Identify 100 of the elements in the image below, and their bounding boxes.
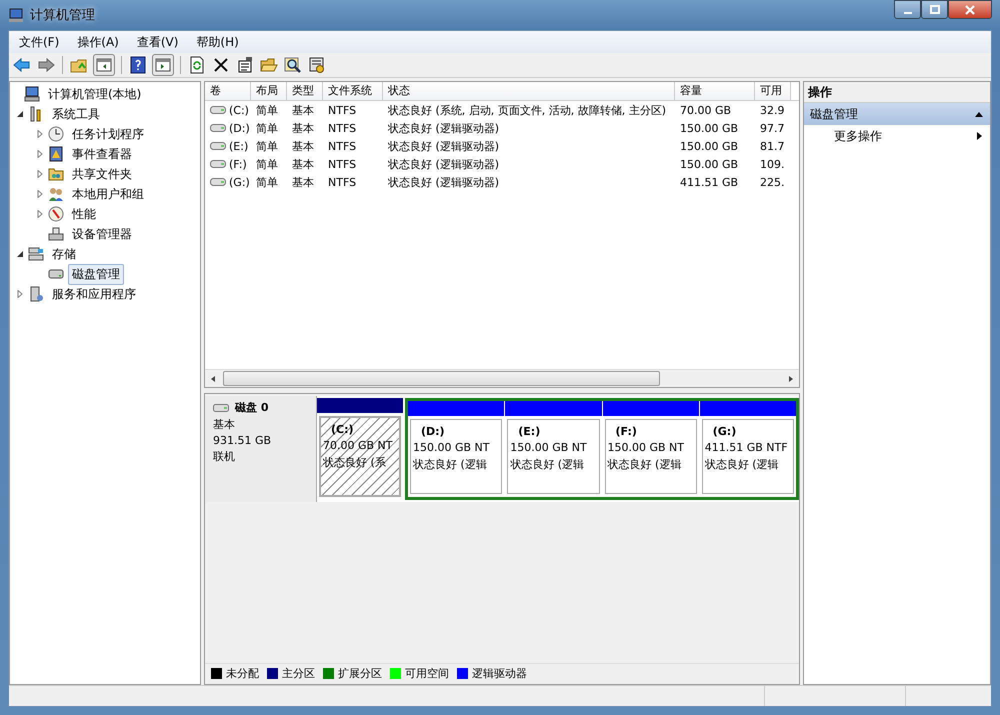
partition-status: 状态良好 (系 xyxy=(323,455,387,470)
partition-status: 状态良好 (逻辑 xyxy=(413,457,488,472)
partition-status: 状态良好 (逻辑 xyxy=(704,457,780,472)
table-cell: 简单 xyxy=(256,174,278,190)
action-item[interactable]: 更多操作 xyxy=(804,125,990,147)
maximize-icon xyxy=(930,4,940,14)
table-cell: 109. xyxy=(760,158,784,170)
menu-item[interactable]: 帮助(H) xyxy=(196,34,239,50)
tree-item[interactable]: 设备管理器 xyxy=(68,224,136,244)
shared-folder-icon xyxy=(48,166,64,182)
left-arrow-icon[interactable] xyxy=(209,374,217,382)
partition-label: (C:) xyxy=(330,423,355,436)
table-cell: 基本 xyxy=(292,156,314,172)
disk-info-panel[interactable]: 磁盘 0 基本 931.51 GB 联机 xyxy=(205,396,317,502)
disk-name: 磁盘 0 xyxy=(235,400,268,415)
window-title: 计算机管理 xyxy=(30,7,95,24)
partition-size: 150.00 GB NT xyxy=(608,441,686,454)
legend-label: 可用空间 xyxy=(405,666,449,680)
right-arrow-icon[interactable] xyxy=(787,374,795,382)
computer-icon xyxy=(8,7,24,23)
collapsed-arrow-icon[interactable] xyxy=(36,150,44,158)
legend-label: 逻辑驱动器 xyxy=(472,666,527,680)
table-cell: 简单 xyxy=(256,102,278,118)
table-cell: 基本 xyxy=(292,138,314,154)
table-cell: 简单 xyxy=(256,138,278,154)
table-cell: 状态良好 (逻辑驱动器) xyxy=(388,138,500,154)
column-header[interactable]: 状态 xyxy=(383,82,675,100)
clock-icon xyxy=(48,126,64,142)
partition-size: 150.00 GB NT xyxy=(413,441,491,454)
tree-item[interactable]: 计算机管理(本地) xyxy=(44,84,146,104)
gauge-icon xyxy=(48,206,64,222)
magnifier-icon[interactable] xyxy=(283,55,303,75)
tree-item[interactable]: 共享文件夹 xyxy=(68,164,136,184)
collapsed-arrow-icon[interactable] xyxy=(36,170,44,178)
table-cell: (G:) xyxy=(229,176,250,188)
panel-toggle-icon[interactable] xyxy=(93,54,115,76)
table-cell: (D:) xyxy=(229,122,250,134)
column-header[interactable]: 可用 xyxy=(755,82,791,100)
maximize-button[interactable] xyxy=(921,0,948,19)
tree-item[interactable]: 磁盘管理 xyxy=(68,264,124,284)
disk-status: 联机 xyxy=(213,449,236,464)
drive-icon xyxy=(210,141,226,151)
legend-label: 未分配 xyxy=(226,666,259,680)
menu-item[interactable]: 文件(F) xyxy=(19,34,60,50)
table-cell: NTFS xyxy=(328,140,356,152)
legend-label: 扩展分区 xyxy=(338,666,382,680)
panel-toggle-icon[interactable] xyxy=(152,54,174,76)
expanded-arrow-icon[interactable] xyxy=(16,110,24,118)
back-arrow-icon[interactable] xyxy=(12,55,32,75)
caret-icon[interactable] xyxy=(974,110,984,118)
menu-item[interactable]: 查看(V) xyxy=(136,34,178,50)
column-header[interactable]: 容量 xyxy=(675,82,755,100)
table-cell: 150.00 GB xyxy=(680,140,738,152)
section-title: 磁盘管理 xyxy=(810,106,858,122)
forward-arrow-icon[interactable] xyxy=(36,55,56,75)
tree-item[interactable]: 任务计划程序 xyxy=(68,124,148,144)
caret-icon xyxy=(976,131,984,141)
close-button[interactable] xyxy=(948,0,992,19)
tree-item[interactable]: 本地用户和组 xyxy=(68,184,148,204)
help-icon[interactable] xyxy=(128,55,148,75)
table-cell: 简单 xyxy=(256,120,278,136)
collapsed-arrow-icon[interactable] xyxy=(36,210,44,218)
close-icon xyxy=(965,4,975,14)
table-cell: NTFS xyxy=(328,122,356,134)
partition-label: (F:) xyxy=(614,425,638,438)
table-cell: 70.00 GB xyxy=(680,104,732,116)
table-cell: 97.7 xyxy=(760,122,784,134)
menu-item[interactable]: 操作(A) xyxy=(77,34,119,50)
settings-icon[interactable] xyxy=(307,55,327,75)
partition-size: 150.00 GB NT xyxy=(510,441,588,454)
storage-icon xyxy=(28,246,44,262)
partition-label: (D:) xyxy=(420,425,446,438)
column-header[interactable]: 文件系统 xyxy=(323,82,383,100)
drive-icon xyxy=(210,159,226,169)
tree-item[interactable]: 性能 xyxy=(68,204,100,224)
table-cell: (C:) xyxy=(229,104,249,116)
tree-item[interactable]: 服务和应用程序 xyxy=(48,284,140,304)
collapsed-arrow-icon[interactable] xyxy=(36,130,44,138)
minimize-button[interactable] xyxy=(894,0,921,19)
table-cell: 411.51 GB xyxy=(680,176,738,188)
server-icon xyxy=(28,286,44,302)
tree-item[interactable]: 系统工具 xyxy=(48,104,104,124)
actions-section[interactable]: 磁盘管理 xyxy=(804,103,990,125)
column-header[interactable]: 类型 xyxy=(287,82,323,100)
partition-status: 状态良好 (逻辑 xyxy=(608,457,682,472)
column-header[interactable]: 卷 xyxy=(205,82,251,100)
tree-item[interactable]: 存储 xyxy=(48,244,80,264)
tree-item[interactable]: 事件查看器 xyxy=(68,144,136,164)
table-cell: 状态良好 (系统, 启动, 页面文件, 活动, 故障转储, 主分区) xyxy=(388,102,666,118)
horizontal-scrollbar[interactable] xyxy=(205,369,799,387)
disk-type: 基本 xyxy=(213,417,236,432)
table-cell: 状态良好 (逻辑驱动器) xyxy=(388,174,500,190)
legend-label: 主分区 xyxy=(282,666,315,680)
expanded-arrow-icon[interactable] xyxy=(16,250,24,258)
column-header[interactable]: 布局 xyxy=(251,82,287,100)
partition-status: 状态良好 (逻辑 xyxy=(510,457,586,472)
collapsed-arrow-icon[interactable] xyxy=(16,290,24,298)
computer-icon xyxy=(24,86,40,102)
partition-size: 411.51 GB NTF xyxy=(704,441,789,454)
collapsed-arrow-icon[interactable] xyxy=(36,190,44,198)
